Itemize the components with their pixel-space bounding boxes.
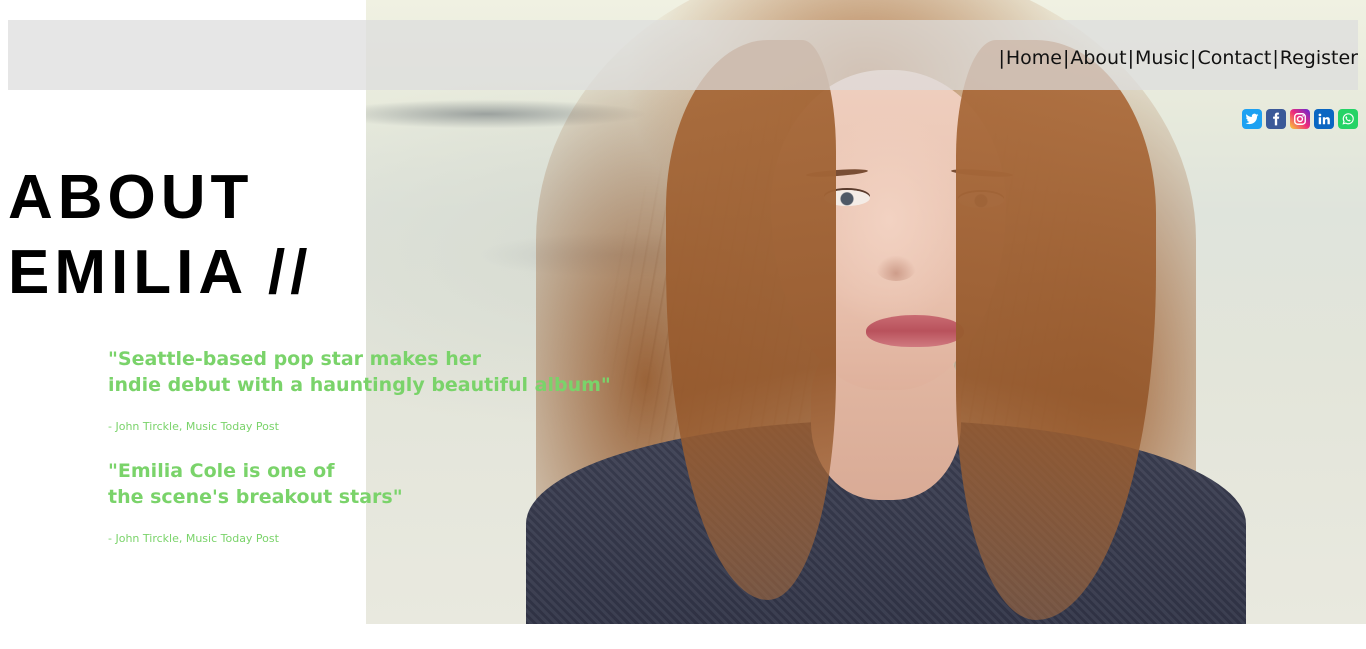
whatsapp-icon[interactable] [1338, 109, 1358, 129]
nav-separator: | [1190, 47, 1197, 69]
twitter-icon[interactable] [1242, 109, 1262, 129]
press-quote: "Emilia Cole is one of the scene's break… [108, 458, 628, 510]
social-icons [1242, 109, 1358, 129]
hero-nose [876, 255, 916, 281]
press-quote-line: "Emilia Cole is one of [108, 460, 335, 482]
press-quote: "Seattle-based pop star makes her indie … [108, 346, 628, 398]
nav-link-register[interactable]: Register [1280, 47, 1358, 69]
page-title-line-2: EMILIA // [8, 238, 313, 307]
page: | Home | About | Music | Contact | Regis… [0, 0, 1366, 649]
page-title: ABOUT EMILIA // [8, 160, 312, 310]
nav-link-about[interactable]: About [1070, 47, 1126, 69]
linkedin-icon[interactable] [1314, 109, 1334, 129]
facebook-icon[interactable] [1266, 109, 1286, 129]
press-quotes: "Seattle-based pop star makes her indie … [108, 346, 628, 545]
top-navigation-bar: | Home | About | Music | Contact | Regis… [8, 20, 1358, 90]
press-quote-line: the scene's breakout stars" [108, 486, 403, 508]
nav-separator: | [1272, 47, 1279, 69]
nav-link-contact[interactable]: Contact [1197, 47, 1271, 69]
press-quote-line: "Seattle-based pop star makes her [108, 348, 481, 370]
nav-link-music[interactable]: Music [1135, 47, 1189, 69]
instagram-icon[interactable] [1290, 109, 1310, 129]
nav-separator: | [1127, 47, 1134, 69]
press-quote-attribution: - John Tirckle, Music Today Post [108, 532, 279, 545]
nav-links: | Home | About | Music | Contact | Regis… [997, 47, 1358, 69]
press-quote-attribution: - John Tirckle, Music Today Post [108, 420, 279, 433]
nav-separator: | [998, 47, 1005, 69]
nav-link-home[interactable]: Home [1006, 47, 1062, 69]
nav-separator: | [1062, 47, 1070, 69]
page-title-line-1: ABOUT [8, 163, 254, 232]
hero-lips [866, 315, 964, 347]
press-quote-line: indie debut with a hauntingly beautiful … [108, 374, 611, 396]
